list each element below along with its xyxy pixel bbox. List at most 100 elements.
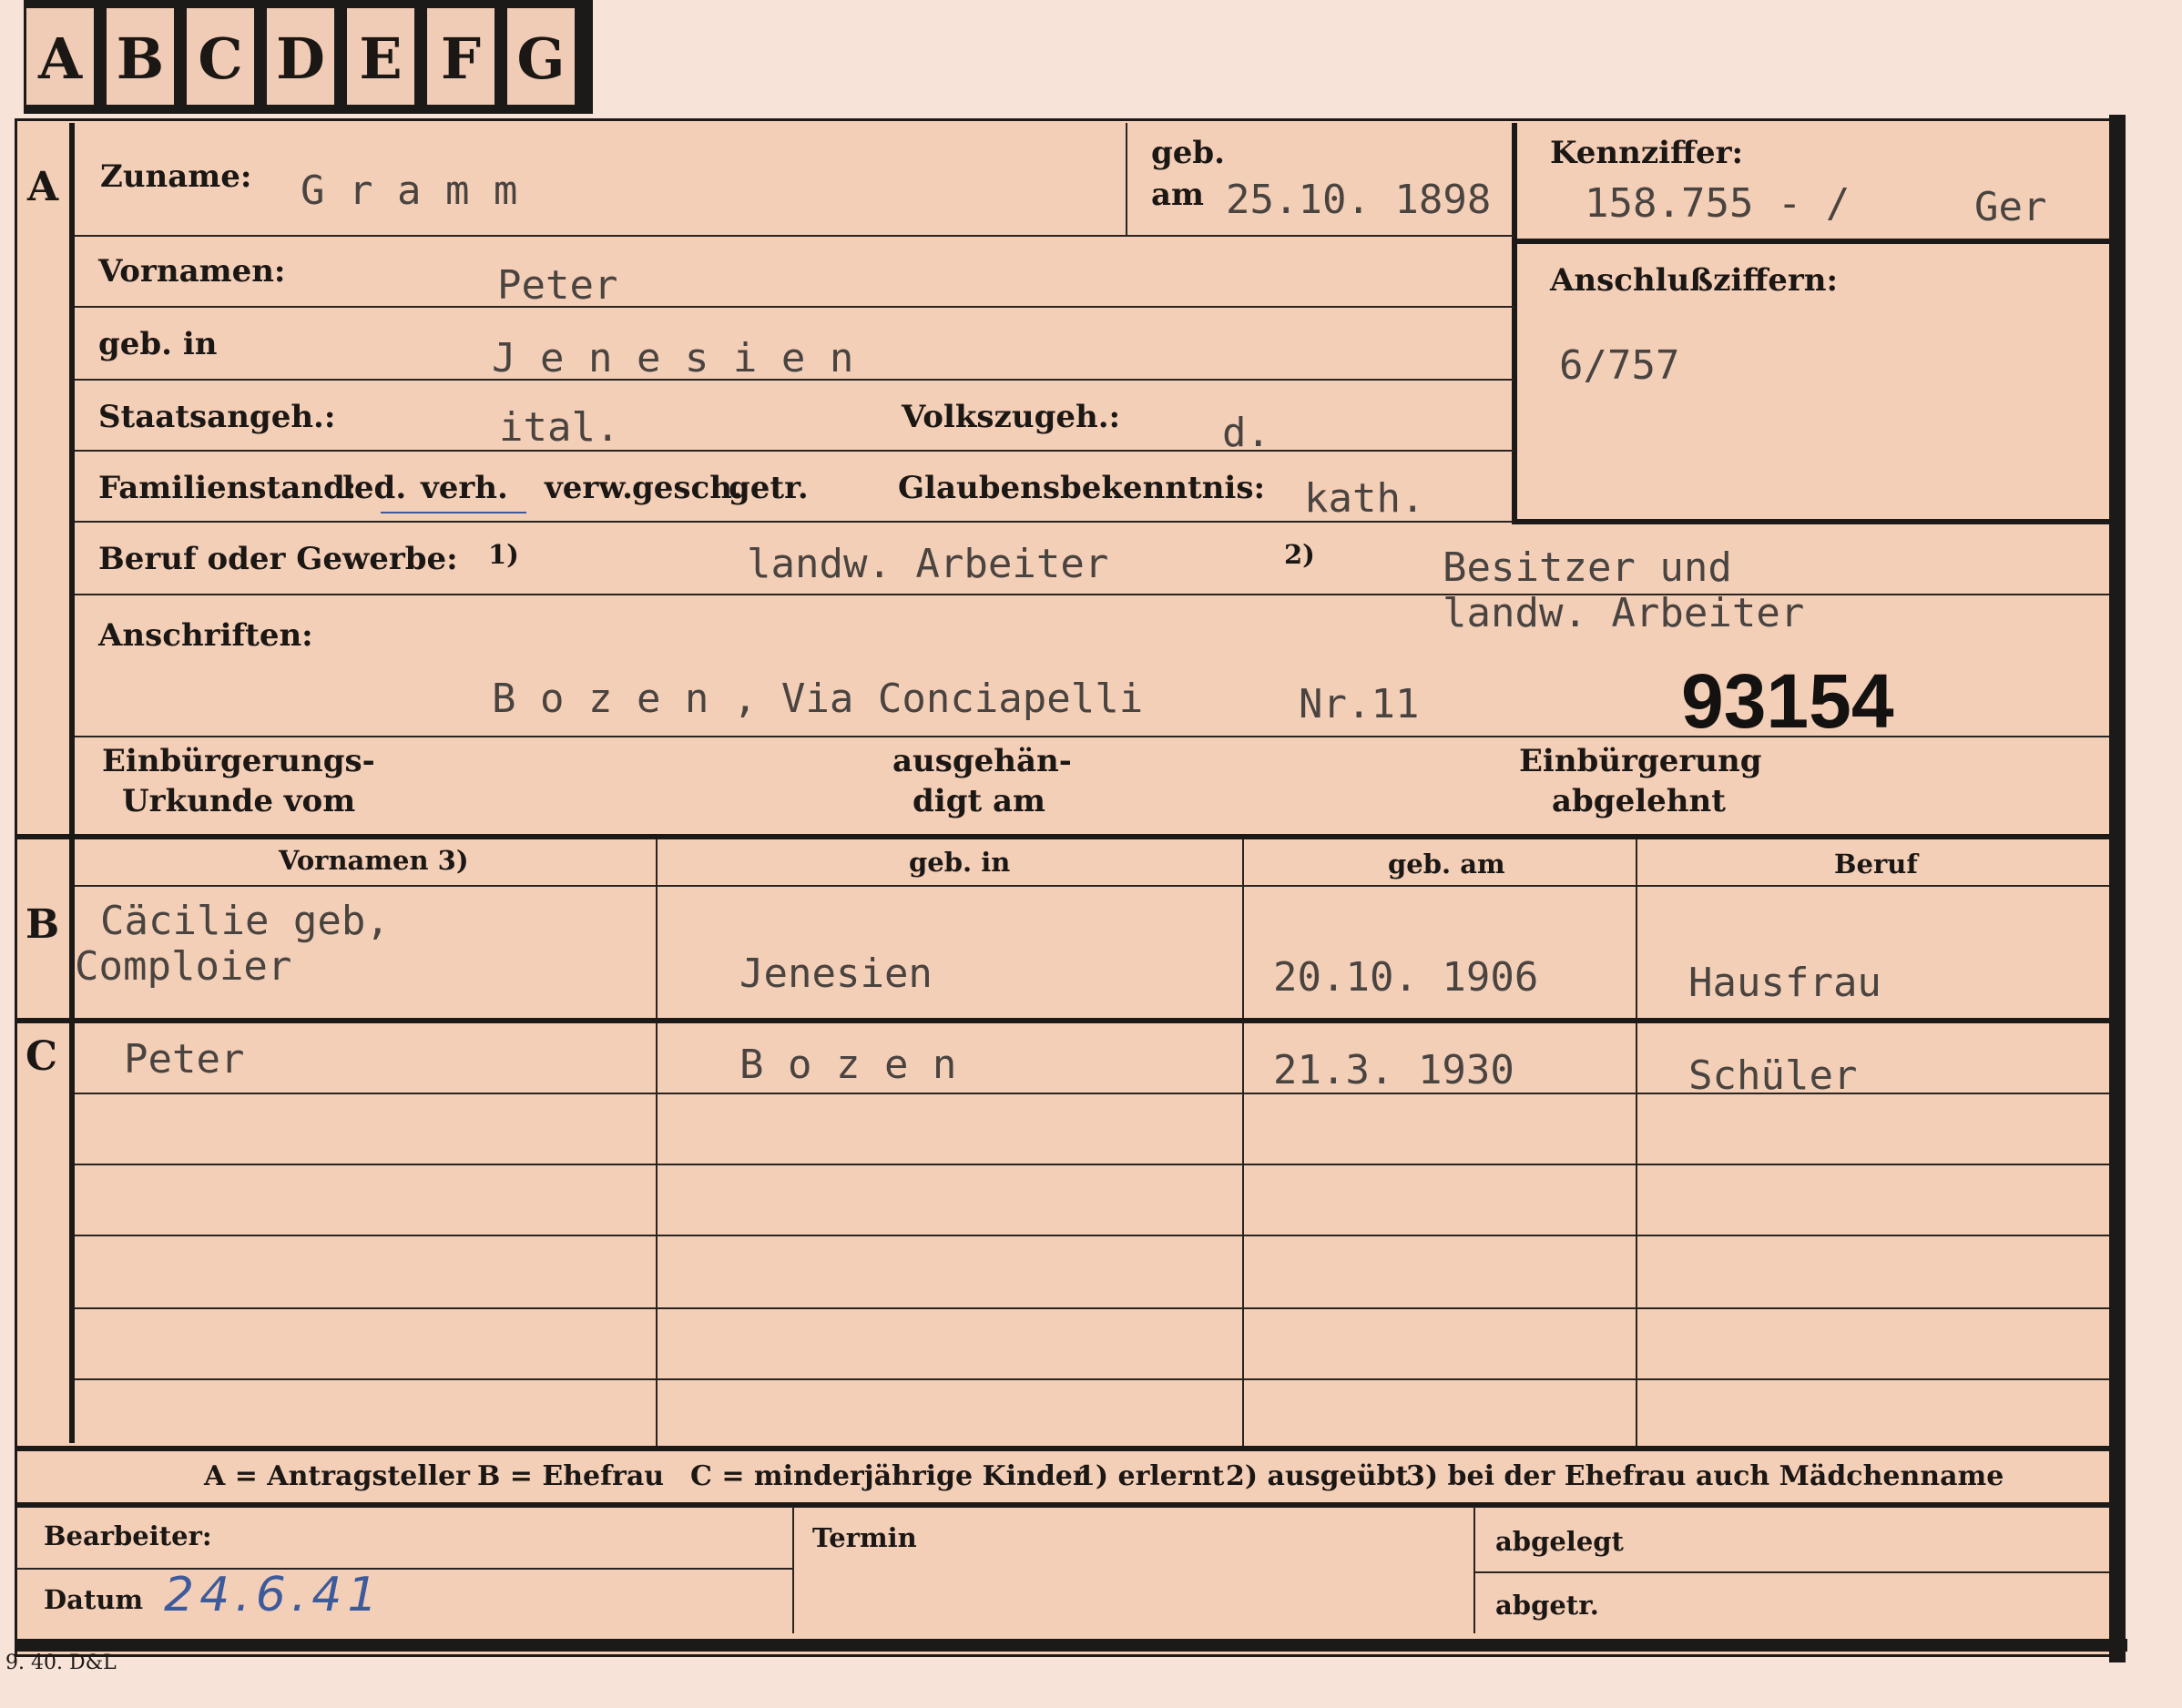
section-divider — [69, 123, 75, 1443]
card-right-edge — [2109, 115, 2126, 1662]
section-b-letter: B — [25, 901, 60, 948]
geb-in-value: J e n e s i e n — [492, 335, 854, 381]
tab-e[interactable]: E — [344, 5, 417, 107]
beruf-2-line1: Besitzer und — [1443, 544, 1732, 591]
child-geb-in: B o z e n — [739, 1042, 957, 1088]
footnote-1-mark: 1) — [488, 539, 519, 570]
legend-a: A = Antragsteller — [204, 1460, 470, 1492]
table-col-divider — [1636, 839, 1637, 1446]
beruf-1-value: landw. Arbeiter — [747, 541, 1109, 587]
marital-status-underline — [381, 512, 526, 513]
vornamen-label: Vornamen: — [98, 253, 286, 290]
fam-option-verh: verh. — [421, 470, 508, 506]
glaubens-label: Glaubensbekenntnis: — [898, 470, 1266, 506]
print-code: 9. 40. D&L — [5, 1652, 117, 1674]
ausgehaendigt-label-2: digt am — [913, 783, 1046, 819]
wife-geb-in: Jenesien — [739, 951, 933, 997]
fam-option-verw: verw. — [545, 470, 633, 506]
table-col-divider — [656, 839, 658, 1446]
vornamen-value: Peter — [497, 262, 618, 309]
table-col-divider — [1242, 839, 1244, 1446]
bearbeiter-label: Bearbeiter: — [44, 1520, 212, 1551]
geb-in-label: geb. in — [98, 326, 218, 362]
fam-option-led: led. — [342, 470, 407, 506]
wife-beruf: Hausfrau — [1688, 960, 1881, 1006]
address-value: B o z e n , Via Conciapelli — [492, 676, 1144, 722]
fam-option-getr: getr. — [729, 470, 809, 506]
tab-g[interactable]: G — [505, 5, 577, 107]
section-b-bottom — [16, 1018, 2111, 1023]
am-label: am — [1151, 177, 1205, 213]
bottom-row-line — [16, 1568, 794, 1570]
table-row-line — [75, 1093, 2109, 1094]
table-row-line — [75, 1164, 2109, 1165]
bottom-divider — [792, 1506, 794, 1633]
legend-b: B = Ehefrau — [477, 1460, 665, 1492]
bottom-divider — [1473, 1506, 1475, 1633]
row-line — [75, 521, 1514, 523]
card-bottom-edge — [15, 1639, 2127, 1652]
registration-card — [15, 118, 2126, 1657]
wife-geb-am: 20.10. 1906 — [1273, 954, 1539, 1001]
einbuergerungs-label-2: Urkunde vom — [122, 783, 356, 819]
volkszugeh-label: Volkszugeh.: — [902, 399, 1121, 435]
geb-label: geb. — [1151, 135, 1226, 171]
wife-name-line1: Cäcilie geb, — [100, 898, 390, 944]
kennziffer-label: Kennziffer: — [1550, 135, 1744, 171]
table-header-geb-am: geb. am — [1388, 849, 1505, 879]
kennziffer-value: 158.755 - / — [1585, 180, 1851, 227]
register-tabs: A B C D E F G — [24, 0, 593, 114]
termin-label: Termin — [812, 1522, 917, 1553]
einbuergerung-abgelehnt-1: Einbürgerung — [1519, 743, 1762, 779]
table-header-beruf: Beruf — [1834, 849, 1918, 879]
familienstand-label: Familienstand: — [98, 470, 357, 506]
kennziffer-suffix: Ger — [1974, 184, 2047, 230]
legend-note2: 2) ausgeübt — [1226, 1460, 1409, 1492]
row-line — [75, 235, 1514, 237]
birth-date-value: 25.10. 1898 — [1226, 178, 1492, 223]
tab-c[interactable]: C — [184, 5, 257, 107]
section-a-letter: A — [27, 164, 59, 210]
staatsangeh-value: ital. — [499, 404, 620, 451]
volkszugeh-value: d. — [1222, 410, 1270, 456]
einbuergerung-abgelehnt-2: abgelehnt — [1552, 783, 1726, 819]
table-header-line — [75, 885, 2109, 887]
ausgehaendigt-label-1: ausgehän- — [892, 743, 1072, 779]
tab-b[interactable]: B — [104, 5, 177, 107]
table-row-line — [75, 1378, 2109, 1380]
geb-divider — [1126, 123, 1127, 237]
einbuergerungs-label-1: Einbürgerungs- — [102, 743, 375, 779]
table-header-geb-in: geb. in — [909, 847, 1011, 878]
anschluss-value: 6/757 — [1559, 342, 1680, 389]
row-line — [75, 306, 1514, 308]
anschriften-label: Anschriften: — [98, 617, 313, 654]
section-a-bottom — [16, 834, 2111, 839]
row-line — [75, 450, 1514, 452]
abgetr-label: abgetr. — [1495, 1590, 1599, 1621]
legend-note3: 3) bei der Ehefrau auch Mädchenname — [1406, 1460, 2004, 1492]
kennziffer-box-border — [1512, 123, 1517, 524]
zuname-label: Zuname: — [100, 158, 252, 195]
tab-f[interactable]: F — [424, 5, 497, 107]
table-row-line — [75, 1235, 2109, 1236]
zuname-value: G r a m m — [301, 168, 518, 214]
glaubens-value: kath. — [1304, 475, 1425, 522]
staatsangeh-label: Staatsangeh.: — [98, 399, 336, 435]
datum-handwritten-value: 24.6.41 — [164, 1568, 383, 1622]
bottom-row-line — [1475, 1571, 2109, 1573]
abgelegt-label: abgelegt — [1495, 1526, 1624, 1557]
table-row-line — [75, 1307, 2109, 1309]
wife-name-line2: Comploier — [75, 943, 292, 990]
tab-a[interactable]: A — [24, 5, 97, 107]
address-number: Nr.11 — [1299, 681, 1420, 727]
kennziffer-divider — [1512, 239, 2109, 244]
tab-d[interactable]: D — [264, 5, 337, 107]
legend-bottom — [16, 1502, 2111, 1508]
table-header-vornamen: Vornamen 3) — [279, 845, 469, 876]
child-name: Peter — [124, 1036, 245, 1083]
datum-label: Datum — [44, 1584, 144, 1615]
legend-note1: 1) erlernt — [1076, 1460, 1225, 1492]
beruf-label: Beruf oder Gewerbe: — [98, 541, 458, 577]
section-c-letter: C — [25, 1033, 58, 1080]
stamp-number: 93154 — [1681, 658, 1894, 744]
